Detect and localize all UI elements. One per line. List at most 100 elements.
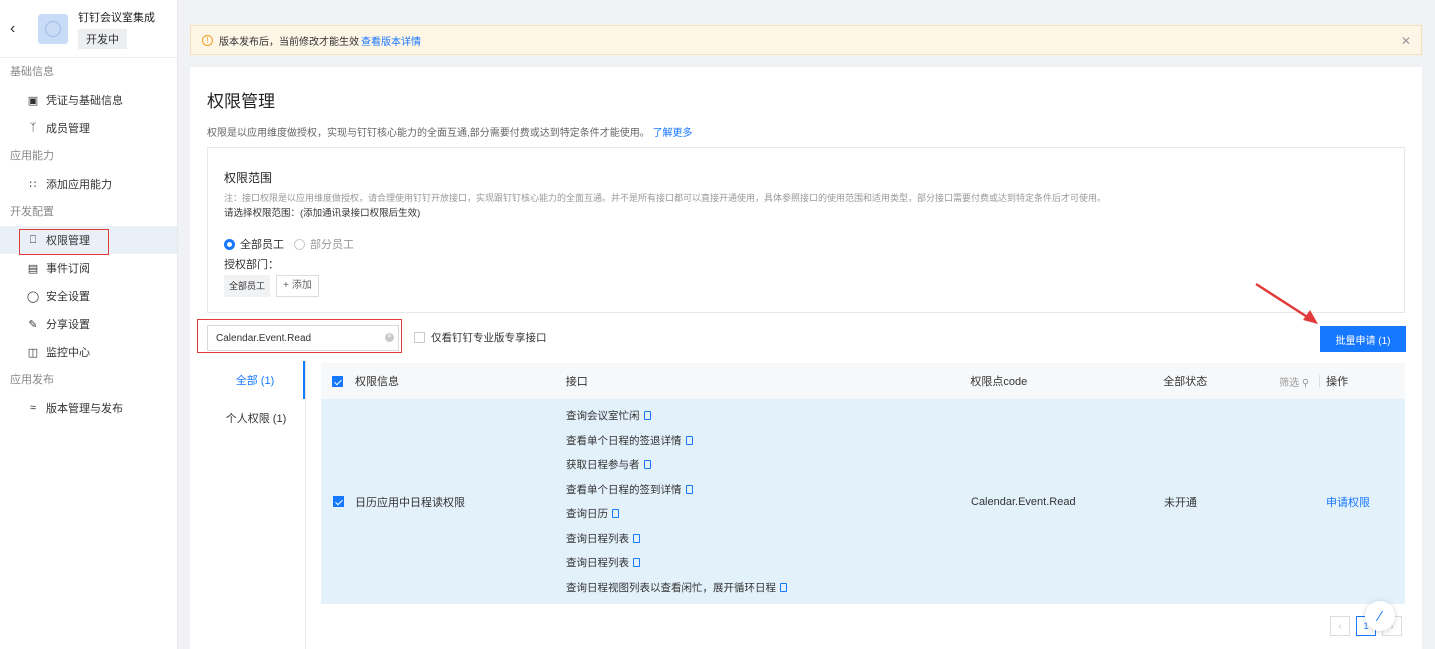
monitor-icon: ◫	[27, 346, 39, 359]
radio-part-staff[interactable]: 部分员工	[294, 236, 354, 252]
api-item[interactable]: 查询会议室忙闲	[566, 404, 971, 429]
radio-label: 部分员工	[310, 239, 354, 251]
scope-note: 注：接口权限是以应用维度做授权，请合理使用钉钉开放接口，实现跟钉钉核心能力的全面…	[224, 193, 1107, 203]
radio-all-staff[interactable]: 全部员工	[224, 236, 284, 252]
api-name: 查询会议室忙闲	[566, 410, 640, 423]
scope-radio-group: 全部员工 部分员工	[224, 236, 354, 252]
red-arrow-annotation	[1255, 282, 1318, 324]
section-title-publish: 应用发布	[10, 374, 54, 386]
doc-icon[interactable]	[643, 411, 651, 421]
app-name: 钉钉会议室集成	[78, 11, 155, 24]
row-api-list: 查询会议室忙闲 查看单个日程的签退详情 获取日程参与者 查看单个日程的签到详情 …	[566, 404, 971, 600]
filter-button[interactable]: 筛选 ⚲	[1279, 374, 1319, 389]
sidebar-item-label: 版本管理与发布	[46, 403, 123, 415]
header-status[interactable]: 全部状态	[1163, 373, 1279, 389]
warning-icon: !	[202, 34, 213, 46]
page-title: 权限管理	[207, 92, 275, 111]
page-description: 权限是以应用维度做授权，实现与钉钉核心能力的全面互通,部分需要付费或达到特定条件…	[207, 124, 693, 139]
api-item[interactable]: 查看单个日程的签到详情	[566, 477, 971, 502]
header-info: 权限信息	[354, 376, 399, 388]
close-icon[interactable]: ✕	[1401, 34, 1411, 48]
add-dept-button[interactable]: + 添加	[276, 275, 319, 297]
user-icon: ᛉ	[29, 122, 37, 134]
sidebar-item-members[interactable]: ᛉ 成员管理	[0, 114, 177, 142]
api-name: 查看单个日程的签到详情	[566, 483, 682, 496]
sidebar-item-versions[interactable]: ≈ 版本管理与发布	[0, 394, 177, 422]
doc-icon[interactable]	[685, 484, 693, 494]
doc-icon[interactable]	[685, 435, 693, 445]
permission-table: 权限信息 接口 权限点code 全部状态 筛选 ⚲ 操作 日历应用中日程读权限 …	[321, 363, 1405, 604]
scope-choose-label: 请选择权限范围：(添加通讯录接口权限后生效)	[224, 208, 421, 219]
event-icon: ▤	[27, 262, 39, 275]
sidebar-item-label: 事件订阅	[46, 263, 90, 275]
doc-icon[interactable]	[612, 509, 619, 519]
sidebar-item-label: 权限管理	[46, 235, 90, 247]
sidebar-item-monitor[interactable]: ◫ 监控中心	[0, 338, 177, 366]
sidebar-item-label: 分享设置	[46, 319, 90, 331]
sidebar-item-credentials[interactable]: ▣ 凭证与基础信息	[0, 86, 177, 114]
sidebar-item-security[interactable]: ◯ 安全设置	[0, 282, 177, 310]
api-name: 查询日程列表	[566, 557, 629, 570]
pro-only-label: 仅看钉钉专业版专享接口	[431, 332, 547, 344]
prev-page-button[interactable]: ‹	[1330, 616, 1350, 636]
api-name: 查询日历	[566, 508, 608, 521]
notice-bar: ! 版本发布后，当前修改才能生效 查看版本详情 ✕	[190, 25, 1422, 55]
api-item[interactable]: 查看单个日程的签退详情	[566, 428, 971, 453]
doc-icon[interactable]	[780, 582, 787, 592]
row-status: 未开通	[1164, 496, 1197, 509]
checkbox-icon	[414, 332, 425, 343]
table-header: 权限信息 接口 权限点code 全部状态 筛选 ⚲ 操作	[321, 363, 1405, 399]
search-input[interactable]	[207, 325, 399, 351]
assistant-fab-icon[interactable]: ⁄	[1365, 601, 1395, 631]
back-icon[interactable]: ‹	[10, 20, 30, 38]
api-item[interactable]: 获取日程参与者	[566, 453, 971, 478]
plus-icon: +	[283, 280, 289, 291]
pro-only-checkbox[interactable]: 仅看钉钉专业版专享接口	[414, 330, 547, 345]
sidebar-item-add-capability[interactable]: ∷ 添加应用能力	[0, 170, 177, 198]
row-info: 日历应用中日程读权限	[355, 496, 465, 509]
radio-checked-icon	[224, 238, 235, 250]
radio-label: 全部员工	[240, 239, 284, 251]
app-logo	[38, 13, 68, 44]
doc-icon[interactable]	[633, 558, 640, 568]
dept-tag: 全部员工	[224, 275, 271, 297]
dept-label: 授权部门：	[224, 259, 279, 271]
doc-icon[interactable]	[633, 533, 640, 543]
api-item[interactable]: 查询日历	[566, 502, 971, 527]
sidebar: ‹ 钉钉会议室集成 开发中 基础信息 ▣ 凭证与基础信息 ᛉ 成员管理 应用能力…	[0, 0, 178, 649]
tab-personal[interactable]: 个人权限 (1)	[207, 399, 305, 437]
filter-label: 筛选	[1279, 377, 1300, 389]
header-code: 权限点code	[970, 376, 1028, 388]
batch-apply-button[interactable]: 批量申请 (1)	[1320, 326, 1406, 352]
apply-permission-link[interactable]: 申请权限	[1326, 497, 1370, 509]
radio-unchecked-icon	[294, 238, 305, 250]
api-item[interactable]: 查询日程列表	[566, 551, 971, 576]
clear-icon[interactable]: ✕	[385, 333, 394, 342]
notice-text: 版本发布后，当前修改才能生效	[219, 36, 359, 48]
layers-icon: ≈	[29, 402, 37, 414]
sidebar-item-permissions[interactable]: ⎕ 权限管理	[0, 226, 177, 255]
sidebar-item-events[interactable]: ▤ 事件订阅	[0, 254, 177, 282]
learn-more-link[interactable]: 了解更多	[653, 128, 693, 139]
permission-tabs: 全部 (1) 个人权限 (1)	[207, 361, 305, 649]
row-checkbox[interactable]	[332, 496, 344, 507]
api-item[interactable]: 查询日程列表	[566, 526, 971, 551]
api-name: 查询日程列表	[566, 532, 629, 545]
header-api: 接口	[565, 376, 588, 388]
credential-icon: ▣	[27, 94, 39, 107]
dept-row: 全部员工 + 添加	[224, 275, 319, 297]
section-title-dev-config: 开发配置	[10, 206, 54, 218]
api-item[interactable]: 查询日程视图列表以查看闲忙，展开循环日程	[566, 575, 971, 600]
search-icon: ⚲	[1301, 377, 1310, 389]
sidebar-item-share[interactable]: ✎ 分享设置	[0, 310, 177, 338]
tabs-divider	[305, 361, 306, 649]
section-title-basic: 基础信息	[10, 66, 54, 78]
sidebar-item-label: 成员管理	[46, 123, 90, 135]
api-name: 查看单个日程的签退详情	[566, 434, 682, 447]
doc-icon[interactable]	[643, 460, 651, 470]
notice-link[interactable]: 查看版本详情	[361, 33, 421, 48]
row-code: Calendar.Event.Read	[971, 495, 1076, 508]
tab-all[interactable]: 全部 (1)	[207, 361, 305, 399]
select-all-checkbox[interactable]	[332, 375, 344, 387]
sidebar-item-label: 监控中心	[46, 347, 90, 359]
